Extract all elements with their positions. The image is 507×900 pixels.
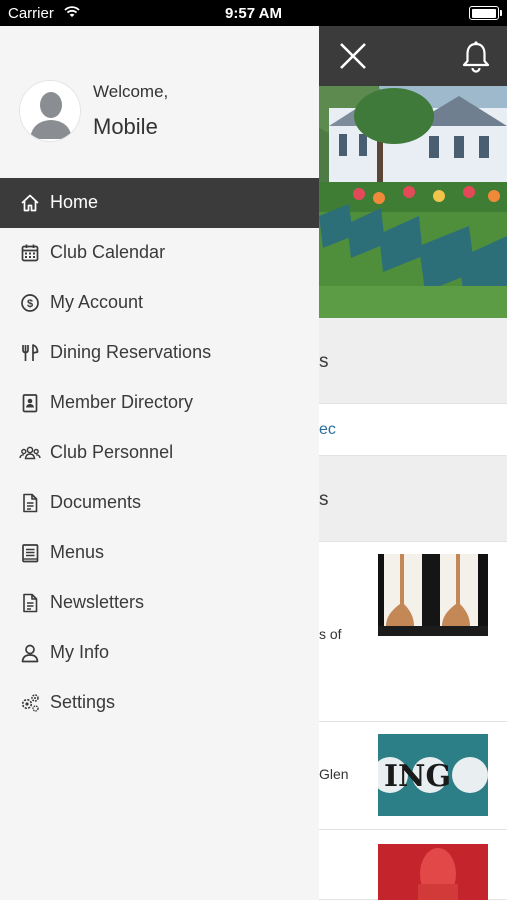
menu-item-dining-reservations[interactable]: Dining Reservations [0, 328, 319, 378]
section-link-row[interactable]: ec [319, 404, 507, 456]
battery-level [471, 8, 496, 18]
menu-item-label: Settings [50, 692, 116, 712]
contact-book-icon [19, 392, 41, 414]
battery-icon [469, 6, 502, 20]
menu-item-label: Home [50, 192, 99, 212]
menu-item-settings[interactable]: Settings [0, 678, 319, 728]
menu-item-label: Club Personnel [50, 442, 174, 462]
section-header-2: s [319, 456, 507, 542]
gears-icon [19, 692, 41, 714]
menu-item-home[interactable]: Home [0, 178, 319, 228]
menu-book-icon [19, 542, 41, 564]
status-bar: Carrier 9:57 AM [0, 0, 507, 26]
section-header-1: s [319, 318, 507, 404]
menu-item-label: Dining Reservations [50, 342, 212, 362]
menu-item-my-info[interactable]: My Info [0, 628, 319, 678]
news-snippet: Glen [319, 766, 349, 782]
navigation-drawer: Welcome, Mobile Home Club Calendar $ My … [0, 26, 319, 900]
menu-item-label: Menus [50, 542, 105, 562]
news-snippet: s of [319, 626, 342, 642]
section-header-1-text: s [319, 351, 329, 372]
menu-item-label: My Info [50, 642, 110, 662]
news-thumbnail [378, 554, 488, 636]
document-icon [19, 492, 41, 514]
welcome-label: Welcome, [93, 82, 169, 101]
newsletter-icon [19, 592, 41, 614]
section-header-2-text: s [319, 489, 329, 510]
user-silhouette-icon [20, 81, 80, 141]
username: Mobile [93, 114, 158, 139]
menu-item-club-personnel[interactable]: Club Personnel [0, 428, 319, 478]
news-thumbnail: ING [378, 734, 488, 816]
user-profile[interactable]: Welcome, Mobile [0, 26, 319, 178]
dollar-icon: $ [19, 292, 41, 314]
menu-item-club-calendar[interactable]: Club Calendar [0, 228, 319, 278]
clock: 9:57 AM [225, 5, 282, 22]
notification-bell-icon[interactable] [457, 38, 495, 76]
menu-item-menus[interactable]: Menus [0, 528, 319, 578]
news-item[interactable]: s of [319, 542, 507, 722]
menu-item-newsletters[interactable]: Newsletters [0, 578, 319, 628]
section-link-text[interactable]: ec [319, 421, 336, 439]
news-thumbnail [378, 844, 488, 900]
background-home-screen: s ec s s of Glen ING [319, 26, 507, 900]
utensils-icon [19, 342, 41, 364]
avatar[interactable] [19, 80, 81, 142]
menu-item-label: Member Directory [50, 392, 194, 412]
news-item[interactable]: Glen ING [319, 722, 507, 830]
svg-text:$: $ [27, 298, 33, 310]
close-icon[interactable] [335, 38, 371, 74]
hero-image [319, 86, 507, 318]
menu-item-my-account[interactable]: $ My Account [0, 278, 319, 328]
menu-item-documents[interactable]: Documents [0, 478, 319, 528]
menu-item-label: Documents [50, 492, 142, 512]
user-icon [19, 642, 41, 664]
menu-item-label: Newsletters [50, 592, 145, 612]
people-icon [19, 442, 41, 464]
top-bar [319, 26, 507, 86]
news-item[interactable] [319, 830, 507, 900]
thumbnail-text: ING [384, 759, 451, 794]
menu-item-member-directory[interactable]: Member Directory [0, 378, 319, 428]
menu-item-label: Club Calendar [50, 242, 166, 262]
calendar-icon [19, 242, 41, 264]
menu-item-label: My Account [50, 292, 144, 312]
home-icon [19, 192, 41, 214]
drawer-menu: Home Club Calendar $ My Account Dining R… [0, 178, 319, 728]
